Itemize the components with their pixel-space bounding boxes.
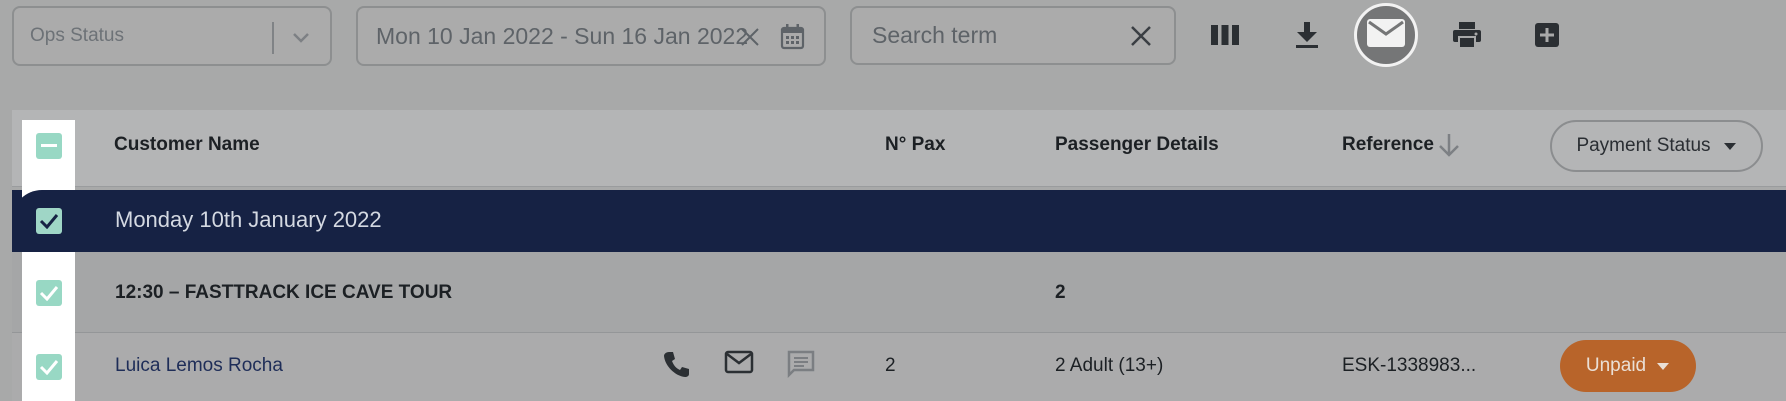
phone-icon[interactable] — [662, 349, 692, 384]
payment-status-filter[interactable]: Payment Status — [1550, 120, 1763, 172]
customer-name-link[interactable]: Luica Lemos Rocha — [115, 355, 283, 377]
header-reference[interactable]: Reference — [1342, 134, 1434, 156]
table-header: Customer Name N° Pax Passenger Details R… — [12, 110, 1786, 187]
booking-reference[interactable]: ESK-1338983... — [1342, 355, 1476, 377]
date-range-value: Mon 10 Jan 2022 - Sun 16 Jan 2022 — [376, 22, 749, 49]
booking-pax: 2 — [885, 355, 896, 376]
tour-row[interactable]: 12:30 – FASTTRACK ICE CAVE TOUR 2 — [12, 252, 1786, 333]
date-group-checkbox[interactable] — [36, 208, 62, 234]
clear-date-icon[interactable] — [738, 25, 762, 54]
search-input[interactable]: Search term — [850, 6, 1176, 65]
payment-status-button[interactable]: Unpaid — [1560, 340, 1696, 392]
clear-search-icon[interactable] — [1128, 23, 1154, 54]
payment-status-label: Payment Status — [1576, 135, 1711, 156]
ops-status-select[interactable]: Ops Status — [12, 6, 332, 66]
header-passenger-details[interactable]: Passenger Details — [1055, 134, 1219, 156]
caret-down-icon — [1656, 355, 1670, 377]
table-row[interactable]: Luica Lemos Rocha 2 2 Adult (13+) ESK-13… — [12, 333, 1786, 401]
calendar-icon[interactable] — [780, 23, 806, 56]
ops-status-placeholder: Ops Status — [30, 25, 124, 46]
date-range-picker[interactable]: Mon 10 Jan 2022 - Sun 16 Jan 2022 — [356, 6, 826, 66]
chevron-down-icon[interactable] — [290, 26, 312, 53]
email-icon[interactable] — [724, 349, 754, 380]
date-group-row[interactable]: Monday 10th January 2022 — [12, 190, 1786, 252]
download-icon[interactable] — [1290, 18, 1324, 52]
header-pax[interactable]: N° Pax — [885, 134, 945, 156]
add-icon[interactable] — [1530, 18, 1564, 52]
print-icon[interactable] — [1450, 18, 1484, 52]
mail-icon — [1366, 18, 1406, 53]
caret-down-icon — [1723, 135, 1737, 157]
select-divider — [272, 22, 274, 54]
columns-icon[interactable] — [1208, 18, 1242, 52]
email-button[interactable] — [1354, 3, 1418, 67]
date-group-label: Monday 10th January 2022 — [115, 207, 382, 232]
tour-title: 12:30 – FASTTRACK ICE CAVE TOUR — [115, 282, 453, 303]
payment-status-value: Unpaid — [1585, 355, 1647, 376]
message-icon[interactable] — [786, 349, 816, 384]
tour-checkbox[interactable] — [36, 280, 62, 306]
search-placeholder: Search term — [872, 22, 998, 48]
header-customer-name[interactable]: Customer Name — [114, 134, 260, 156]
booking-checkbox[interactable] — [36, 354, 62, 380]
passenger-details: 2 Adult (13+) — [1055, 355, 1164, 376]
select-all-checkbox[interactable] — [36, 133, 62, 159]
sort-arrow-down-icon[interactable] — [1437, 132, 1461, 163]
tour-pax: 2 — [1055, 282, 1066, 303]
